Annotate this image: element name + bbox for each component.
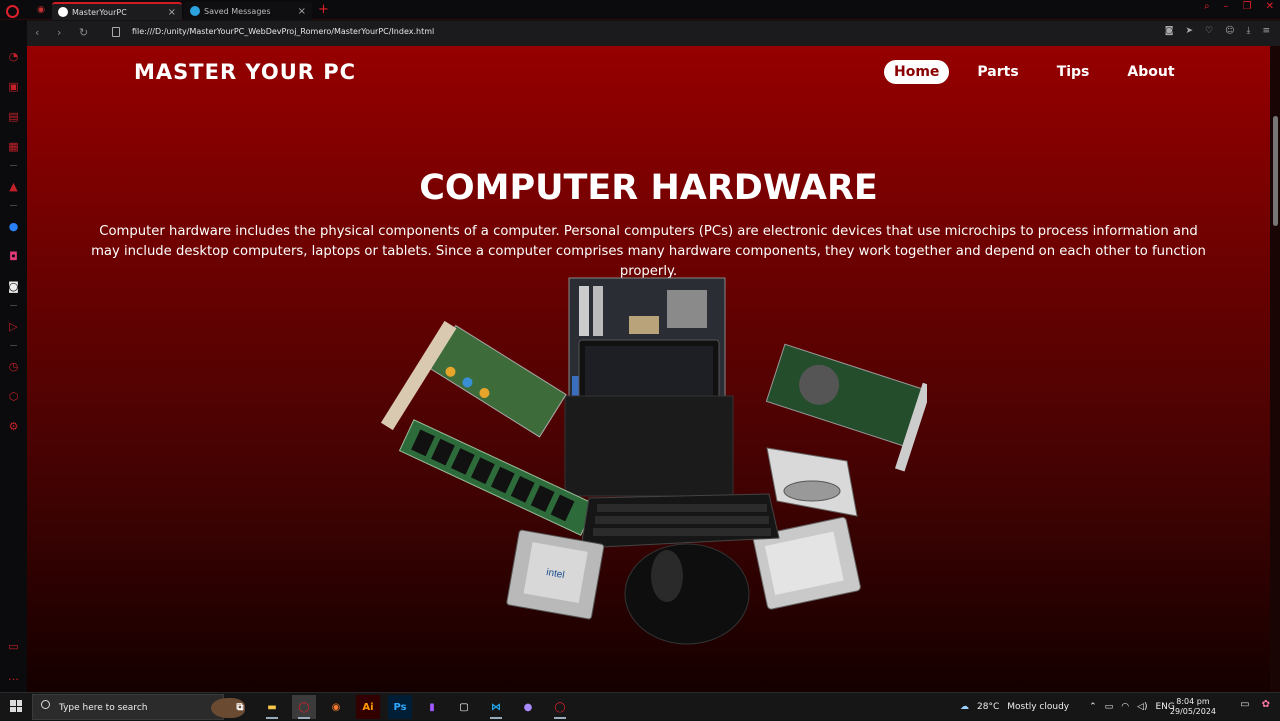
- weather-icon[interactable]: ☁: [960, 702, 969, 712]
- aria-icon[interactable]: ▲: [7, 180, 20, 193]
- nav-tips[interactable]: Tips: [1047, 60, 1100, 84]
- address-tools: ◙ ➤ ♡ ☺ ⤓ ≡: [1165, 26, 1270, 36]
- instagram-icon[interactable]: ◘: [7, 250, 20, 263]
- download-icon[interactable]: ⤓: [1246, 26, 1250, 36]
- forward-button[interactable]: ›: [57, 26, 61, 39]
- close-tab-icon[interactable]: ×: [298, 6, 306, 17]
- discord-icon[interactable]: ◙: [7, 280, 20, 293]
- settings-icon[interactable]: ⚙: [7, 420, 20, 433]
- webpage: MASTER YOUR PC Home Parts Tips About COM…: [27, 46, 1270, 692]
- notification-icon[interactable]: ▭: [1240, 699, 1249, 710]
- search-icon: [41, 700, 50, 709]
- profile-icon[interactable]: ☺: [1225, 26, 1234, 36]
- task-view-icon[interactable]: ⧉: [228, 695, 252, 719]
- copilot-icon[interactable]: ✿: [1262, 699, 1270, 710]
- vscode-icon[interactable]: ⋈: [484, 695, 508, 719]
- maximize-button[interactable]: ❐: [1243, 1, 1252, 12]
- telegram-icon: [190, 6, 200, 16]
- url-field[interactable]: file:///D:/unity/MasterYourPC_WebDevProj…: [132, 27, 434, 36]
- browser-sidebar: ◔ ▣ ▤ ▦ ▲ ● ◘ ◙ ▷ ◷ ⬡ ⚙ ▭ …: [0, 20, 27, 692]
- hardware-collage-image: intel: [380, 277, 927, 645]
- search-placeholder: Type here to search: [59, 703, 148, 713]
- file-explorer-icon[interactable]: ▬: [260, 695, 284, 719]
- nav-parts[interactable]: Parts: [967, 60, 1028, 84]
- opera-icon[interactable]: ◯: [548, 695, 572, 719]
- heart-icon[interactable]: ♡: [1205, 26, 1213, 36]
- new-tab-button[interactable]: +: [318, 2, 329, 17]
- photoshop-icon[interactable]: Ps: [388, 695, 412, 719]
- nav-home[interactable]: Home: [884, 60, 950, 84]
- twitch-icon[interactable]: ▤: [7, 110, 20, 123]
- network-icon[interactable]: ◠: [1121, 702, 1129, 712]
- calendar-icon[interactable]: ▦: [7, 140, 20, 153]
- camera-icon[interactable]: ◙: [1165, 26, 1174, 36]
- player-icon[interactable]: ▷: [7, 320, 20, 333]
- send-icon[interactable]: ➤: [1185, 26, 1193, 36]
- browser-tabstrip: ◉ MasterYourPC × Saved Messages × + ⌕ – …: [0, 0, 1280, 20]
- taskbar-search-box[interactable]: Type here to search: [32, 694, 245, 720]
- more-icon[interactable]: …: [7, 670, 20, 683]
- wallet-icon[interactable]: ▭: [7, 640, 20, 653]
- window-controls: ⌕ – ❐ ✕: [1204, 1, 1274, 12]
- optical-drive-image: [766, 447, 858, 517]
- close-tab-icon[interactable]: ×: [168, 7, 176, 18]
- taskbar-clock[interactable]: 8:04 pm 29/05/2024: [1170, 697, 1216, 717]
- address-bar: ‹ › ↻ file:///D:/unity/MasterYourPC_WebD…: [27, 21, 1280, 46]
- tab-saved-messages[interactable]: Saved Messages ×: [184, 2, 312, 20]
- tray-right: ▭ ✿: [1240, 699, 1270, 710]
- minimize-button[interactable]: –: [1224, 1, 1229, 12]
- nav-about[interactable]: About: [1117, 60, 1184, 84]
- extensions-icon[interactable]: ⬡: [7, 390, 20, 403]
- speed-dial-icon[interactable]: ◔: [7, 50, 20, 63]
- site-nav: Home Parts Tips About: [884, 60, 1185, 84]
- scrollbar-thumb[interactable]: [1273, 116, 1278, 226]
- page-scrollbar[interactable]: [1270, 46, 1280, 692]
- gaming-icon[interactable]: ◉: [30, 2, 52, 18]
- keyboard-image: [580, 493, 780, 549]
- messenger-icon[interactable]: ●: [7, 220, 20, 233]
- cpu-image: intel: [506, 529, 605, 620]
- close-window-button[interactable]: ✕: [1266, 1, 1274, 12]
- weather-condition[interactable]: Mostly cloudy: [1007, 702, 1069, 712]
- battery-icon[interactable]: ▭: [1105, 702, 1114, 712]
- windows-start-icon[interactable]: [10, 700, 22, 712]
- hero-text: Computer hardware includes the physical …: [91, 224, 1206, 279]
- site-logo[interactable]: MASTER YOUR PC: [134, 60, 356, 84]
- reload-button[interactable]: ↻: [79, 26, 88, 39]
- weather-temp[interactable]: 28°C: [977, 702, 999, 712]
- mouse-image: [624, 543, 750, 645]
- cursor-app-icon[interactable]: ▢: [452, 695, 476, 719]
- tab-title: Saved Messages: [204, 6, 271, 16]
- opera-taskbar-icon[interactable]: ◯: [292, 695, 316, 719]
- globe-icon: [58, 7, 68, 17]
- illustrator-icon[interactable]: Ai: [356, 695, 380, 719]
- blender-icon[interactable]: ◉: [324, 695, 348, 719]
- back-button[interactable]: ‹: [35, 26, 39, 39]
- clock-time: 8:04 pm: [1176, 697, 1210, 706]
- search-tabs-icon[interactable]: ⌕: [1204, 1, 1210, 12]
- tab-title: MasterYourPC: [72, 7, 127, 17]
- clock-date: 29/05/2024: [1169, 707, 1216, 716]
- github-icon[interactable]: ●: [516, 695, 540, 719]
- file-icon: [112, 27, 120, 37]
- taskbar-apps: ⧉ ▬ ◯ ◉ Ai Ps ▮ ▢ ⋈ ● ◯: [228, 695, 572, 719]
- chevron-up-icon[interactable]: ⌃: [1089, 702, 1097, 712]
- windows-taskbar: Type here to search ⧉ ▬ ◯ ◉ Ai Ps ▮ ▢ ⋈ …: [0, 692, 1280, 720]
- tab-masteryourpc[interactable]: MasterYourPC ×: [52, 2, 182, 20]
- opera-menu-icon[interactable]: [6, 5, 19, 18]
- system-tray: ☁ 28°C Mostly cloudy ⌃ ▭ ◠ ◁) ENG: [960, 693, 1175, 721]
- shopping-icon[interactable]: ▣: [7, 80, 20, 93]
- history-icon[interactable]: ◷: [7, 360, 20, 373]
- easy-setup-icon[interactable]: ≡: [1262, 26, 1270, 36]
- volume-icon[interactable]: ◁): [1137, 702, 1147, 712]
- hero-title: COMPUTER HARDWARE: [419, 168, 878, 208]
- figma-icon[interactable]: ▮: [420, 695, 444, 719]
